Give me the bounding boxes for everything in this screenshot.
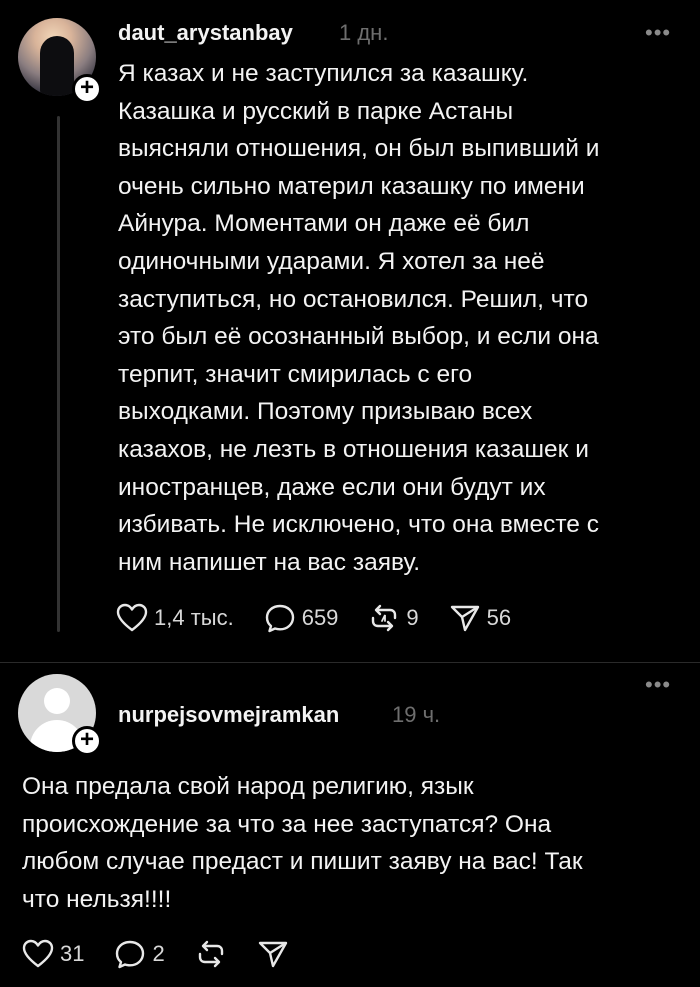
post-time: 19 ч. bbox=[392, 702, 441, 727]
post-actions: 31 2 bbox=[22, 939, 319, 969]
share-button[interactable]: 56 bbox=[449, 603, 511, 633]
like-button[interactable]: 31 bbox=[22, 939, 84, 969]
username[interactable]: daut_arystanbay bbox=[118, 20, 293, 46]
repost-icon bbox=[372, 604, 397, 632]
post-actions: 1,4 тыс. 659 9 56 bbox=[116, 603, 541, 633]
more-options-button[interactable]: ••• bbox=[645, 672, 671, 698]
default-avatar-head bbox=[44, 688, 70, 714]
comment-count: 659 bbox=[301, 605, 339, 630]
username[interactable]: nurpejsovmejramkan bbox=[118, 702, 339, 728]
like-count: 31 bbox=[60, 941, 85, 966]
repost-button[interactable] bbox=[195, 939, 227, 969]
reply-post: + nurpejsovmejramkan 19 ч. ••• Она преда… bbox=[0, 662, 700, 987]
repost-count: 9 bbox=[406, 605, 419, 630]
post-text: Она предала свой народ религию, язык про… bbox=[22, 773, 583, 913]
thread-post: + daut_arystanbay 1 дн. ••• Я казах и не… bbox=[0, 0, 700, 660]
more-options-button[interactable]: ••• bbox=[645, 20, 671, 46]
comment-button[interactable]: 659 bbox=[264, 603, 339, 633]
send-icon bbox=[258, 941, 287, 968]
comment-button[interactable]: 2 bbox=[114, 939, 165, 969]
like-button[interactable]: 1,4 тыс. bbox=[116, 603, 234, 633]
repost-button[interactable]: 9 bbox=[368, 603, 419, 633]
follow-plus-button[interactable]: + bbox=[72, 726, 102, 756]
heart-icon bbox=[22, 939, 54, 968]
post-text: Я казах и не заступился за казашку. Каза… bbox=[118, 60, 600, 576]
speech-bubble-icon bbox=[265, 604, 294, 633]
follow-plus-button[interactable]: + bbox=[72, 74, 102, 104]
share-button[interactable] bbox=[257, 939, 289, 969]
heart-icon bbox=[116, 603, 148, 632]
thread-line bbox=[57, 116, 60, 632]
share-count: 56 bbox=[486, 605, 512, 630]
repost-icon bbox=[198, 940, 223, 968]
send-icon bbox=[450, 605, 479, 632]
post-time: 1 дн. bbox=[339, 20, 389, 45]
avatar-silhouette bbox=[40, 36, 74, 96]
like-count: 1,4 тыс. bbox=[154, 605, 234, 630]
comment-count: 2 bbox=[152, 941, 165, 966]
speech-bubble-icon bbox=[116, 940, 145, 969]
